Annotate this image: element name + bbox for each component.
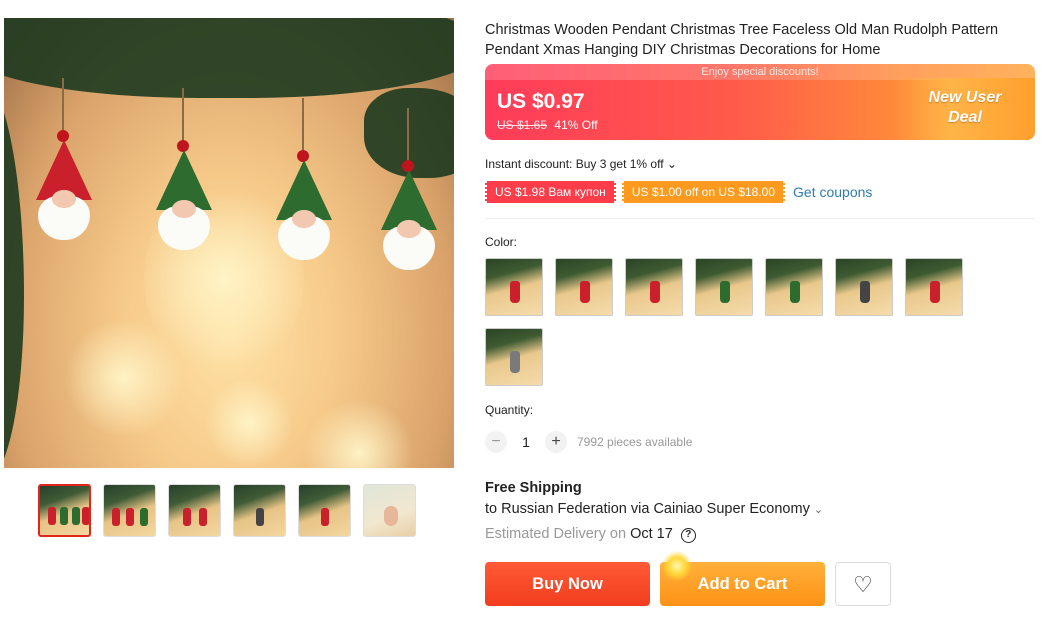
bokeh-light (204, 378, 294, 468)
eta-date: Oct 17 (630, 526, 673, 542)
chevron-down-icon: ⌄ (813, 504, 824, 516)
color-swatch[interactable] (485, 328, 543, 386)
get-coupons-link[interactable]: Get coupons (793, 184, 872, 200)
heart-outline-icon[interactable]: ♡ (835, 562, 891, 606)
shipping-destination-text: to Russian Federation via Cainiao Super … (485, 501, 810, 517)
estimated-delivery: Estimated Delivery on Oct 17 ? (485, 526, 696, 543)
gallery-thumb[interactable] (298, 484, 351, 537)
gnome-ornament (24, 78, 104, 254)
gallery-thumbnails (38, 484, 416, 537)
buy-now-button[interactable]: Buy Now (485, 562, 650, 606)
gallery-thumb[interactable] (103, 484, 156, 537)
shipping-destination[interactable]: to Russian Federation via Cainiao Super … (485, 501, 823, 517)
swatch-ornament (580, 281, 590, 303)
divider (485, 218, 1035, 219)
discount-percent: 41% Off (554, 118, 598, 132)
product-title: Christmas Wooden Pendant Christmas Tree … (485, 22, 999, 58)
color-swatches (485, 258, 975, 386)
bokeh-light (304, 398, 414, 468)
stock-available: 7992 pieces available (577, 435, 693, 449)
original-price: US $1.65 (497, 118, 548, 132)
shipping-title: Free Shipping (485, 480, 582, 496)
quantity-increase-button[interactable]: + (545, 431, 567, 453)
color-swatch[interactable] (905, 258, 963, 316)
price-panel: Enjoy special discounts! US $0.97 US $1.… (485, 64, 1035, 140)
color-swatch[interactable] (625, 258, 683, 316)
eta-prefix: Estimated Delivery on (485, 526, 627, 542)
color-swatch[interactable] (695, 258, 753, 316)
coupons-row: US $1.98 Вам купон US $1.00 off on US $1… (485, 181, 872, 203)
color-label: Color: (485, 235, 518, 249)
swatch-ornament (510, 351, 520, 373)
gnome-ornament (369, 108, 449, 284)
coupon-badge[interactable]: US $1.00 off on US $18.00 (621, 181, 786, 203)
new-user-label: New User (928, 89, 1002, 106)
swatch-ornament (510, 281, 520, 303)
color-swatch[interactable] (555, 258, 613, 316)
swatch-ornament (720, 281, 730, 303)
gallery-thumb[interactable] (233, 484, 286, 537)
new-user-deal-badge[interactable]: New User Deal (895, 78, 1035, 140)
swatch-ornament (790, 281, 800, 303)
sparkle-icon (662, 551, 692, 581)
quantity-decrease-button[interactable]: − (485, 431, 507, 453)
quantity-value[interactable]: 1 (521, 434, 531, 450)
color-swatch[interactable] (835, 258, 893, 316)
swatch-ornament (930, 281, 940, 303)
deal-label: Deal (948, 109, 982, 126)
main-product-image[interactable] (4, 18, 454, 468)
quantity-label: Quantity: (485, 403, 534, 417)
color-swatch[interactable] (765, 258, 823, 316)
gnome-ornament (144, 88, 224, 264)
gallery-thumb[interactable] (363, 484, 416, 537)
pine-branch (4, 78, 24, 468)
gallery-thumb[interactable] (168, 484, 221, 537)
swatch-ornament (650, 281, 660, 303)
quantity-stepper: − 1 + 7992 pieces available (485, 431, 692, 453)
original-price-row: US $1.65 41% Off (497, 118, 598, 132)
gnome-ornament (264, 98, 344, 274)
gallery-thumb[interactable] (38, 484, 91, 537)
help-icon[interactable]: ? (680, 528, 696, 543)
color-swatch[interactable] (485, 258, 543, 316)
coupon-badge[interactable]: US $1.98 Вам купон (485, 181, 616, 203)
instant-discount[interactable]: Instant discount: Buy 3 get 1% off ⌄ (485, 157, 677, 171)
swatch-ornament (860, 281, 870, 303)
current-price: US $0.97 (497, 90, 585, 113)
